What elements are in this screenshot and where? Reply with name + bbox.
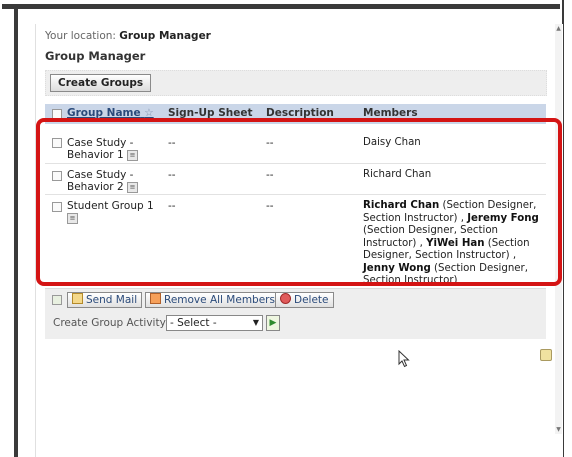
members-cell: Richard Chan: [363, 169, 432, 180]
row-checkbox[interactable]: [52, 138, 62, 148]
members-cell: Richard Chan (Section Designer, Section …: [363, 200, 543, 284]
group-name-header-label[interactable]: Group Name: [67, 107, 141, 119]
toolbar: Create Groups: [45, 70, 547, 96]
breadcrumb-label: Your location:: [45, 30, 116, 42]
remove-members-icon: [150, 293, 161, 304]
group-members-icon[interactable]: ≡: [67, 212, 78, 224]
remove-all-members-label: Remove All Members: [164, 294, 275, 306]
breadcrumb-current: Group Manager: [119, 30, 211, 42]
select-all-checkbox[interactable]: [52, 109, 62, 119]
delete-icon: [280, 293, 291, 304]
scroll-down-icon[interactable]: ▼: [555, 426, 562, 433]
select-value[interactable]: - Select -: [170, 317, 217, 329]
actions-bar: Send Mail Remove All Members Delete Crea…: [45, 288, 546, 339]
member-name: Richard Chan: [363, 200, 440, 211]
selected-checkbox-icon: [52, 295, 62, 305]
group-name-line[interactable]: Case Study -: [67, 137, 138, 149]
signup-sheet-header: Sign-Up Sheet: [168, 107, 253, 119]
page-title: Group Manager: [45, 49, 146, 63]
member-name: Jeremy Fong: [467, 212, 539, 224]
table-header: Group Name ☆ Sign-Up Sheet Description M…: [45, 104, 546, 124]
signup-cell: --: [168, 169, 176, 181]
signup-cell: --: [168, 200, 176, 212]
members-cell: Daisy Chan: [363, 137, 421, 148]
create-groups-button[interactable]: Create Groups: [50, 74, 152, 92]
mail-icon: [72, 293, 83, 304]
table-row: Case Study - Behavior 2 ≡ -- -- Richard …: [45, 163, 546, 195]
sort-icon[interactable]: ☆: [144, 107, 153, 119]
send-mail-label: Send Mail: [86, 294, 138, 306]
group-name-line[interactable]: Student Group 1: [67, 200, 154, 212]
group-name-header[interactable]: Group Name ☆: [67, 107, 154, 119]
remove-all-members-button[interactable]: Remove All Members: [145, 292, 280, 308]
group-members-icon[interactable]: ≡: [127, 149, 138, 161]
create-group-activity-label: Create Group Activity:: [53, 317, 169, 329]
scroll-up-icon[interactable]: ▲: [555, 25, 562, 32]
group-name-line[interactable]: Behavior 1: [67, 149, 124, 161]
chevron-down-icon[interactable]: ▼: [253, 316, 259, 330]
delete-button[interactable]: Delete: [275, 292, 334, 308]
group-name-line[interactable]: Behavior 2: [67, 181, 124, 193]
window-frame-left: [14, 9, 18, 457]
row-checkbox[interactable]: [52, 202, 62, 212]
vertical-scrollbar[interactable]: ▲ ▼: [555, 24, 562, 434]
table-row: Student Group 1 ≡ -- -- Richard Chan (Se…: [45, 194, 546, 284]
members-header: Members: [363, 107, 418, 119]
member-name: Jenny Wong: [363, 262, 431, 274]
description-cell: --: [266, 200, 274, 212]
signup-cell: --: [168, 137, 176, 149]
help-icon[interactable]: [540, 349, 552, 361]
group-activity-select[interactable]: - Select - ▼: [166, 315, 263, 331]
group-members-icon[interactable]: ≡: [127, 181, 138, 193]
row-checkbox[interactable]: [52, 171, 62, 181]
send-mail-button[interactable]: Send Mail: [67, 292, 143, 308]
mouse-cursor-icon: [398, 350, 410, 368]
description-header: Description: [266, 107, 334, 119]
group-name-cell[interactable]: Case Study - Behavior 1 ≡: [67, 137, 138, 161]
window-frame-top: [2, 4, 560, 9]
member-name: YiWei Han: [426, 237, 485, 249]
group-name-cell[interactable]: Student Group 1 ≡: [67, 200, 154, 224]
breadcrumb: Your location: Group Manager: [45, 30, 211, 42]
description-cell: --: [266, 137, 274, 149]
description-cell: --: [266, 169, 274, 181]
go-button[interactable]: ▶: [266, 315, 280, 331]
group-name-cell[interactable]: Case Study - Behavior 2 ≡: [67, 169, 138, 193]
table-row: Case Study - Behavior 1 ≡ -- -- Daisy Ch…: [45, 130, 546, 164]
group-name-line[interactable]: Case Study -: [67, 169, 138, 181]
delete-label: Delete: [294, 294, 329, 306]
